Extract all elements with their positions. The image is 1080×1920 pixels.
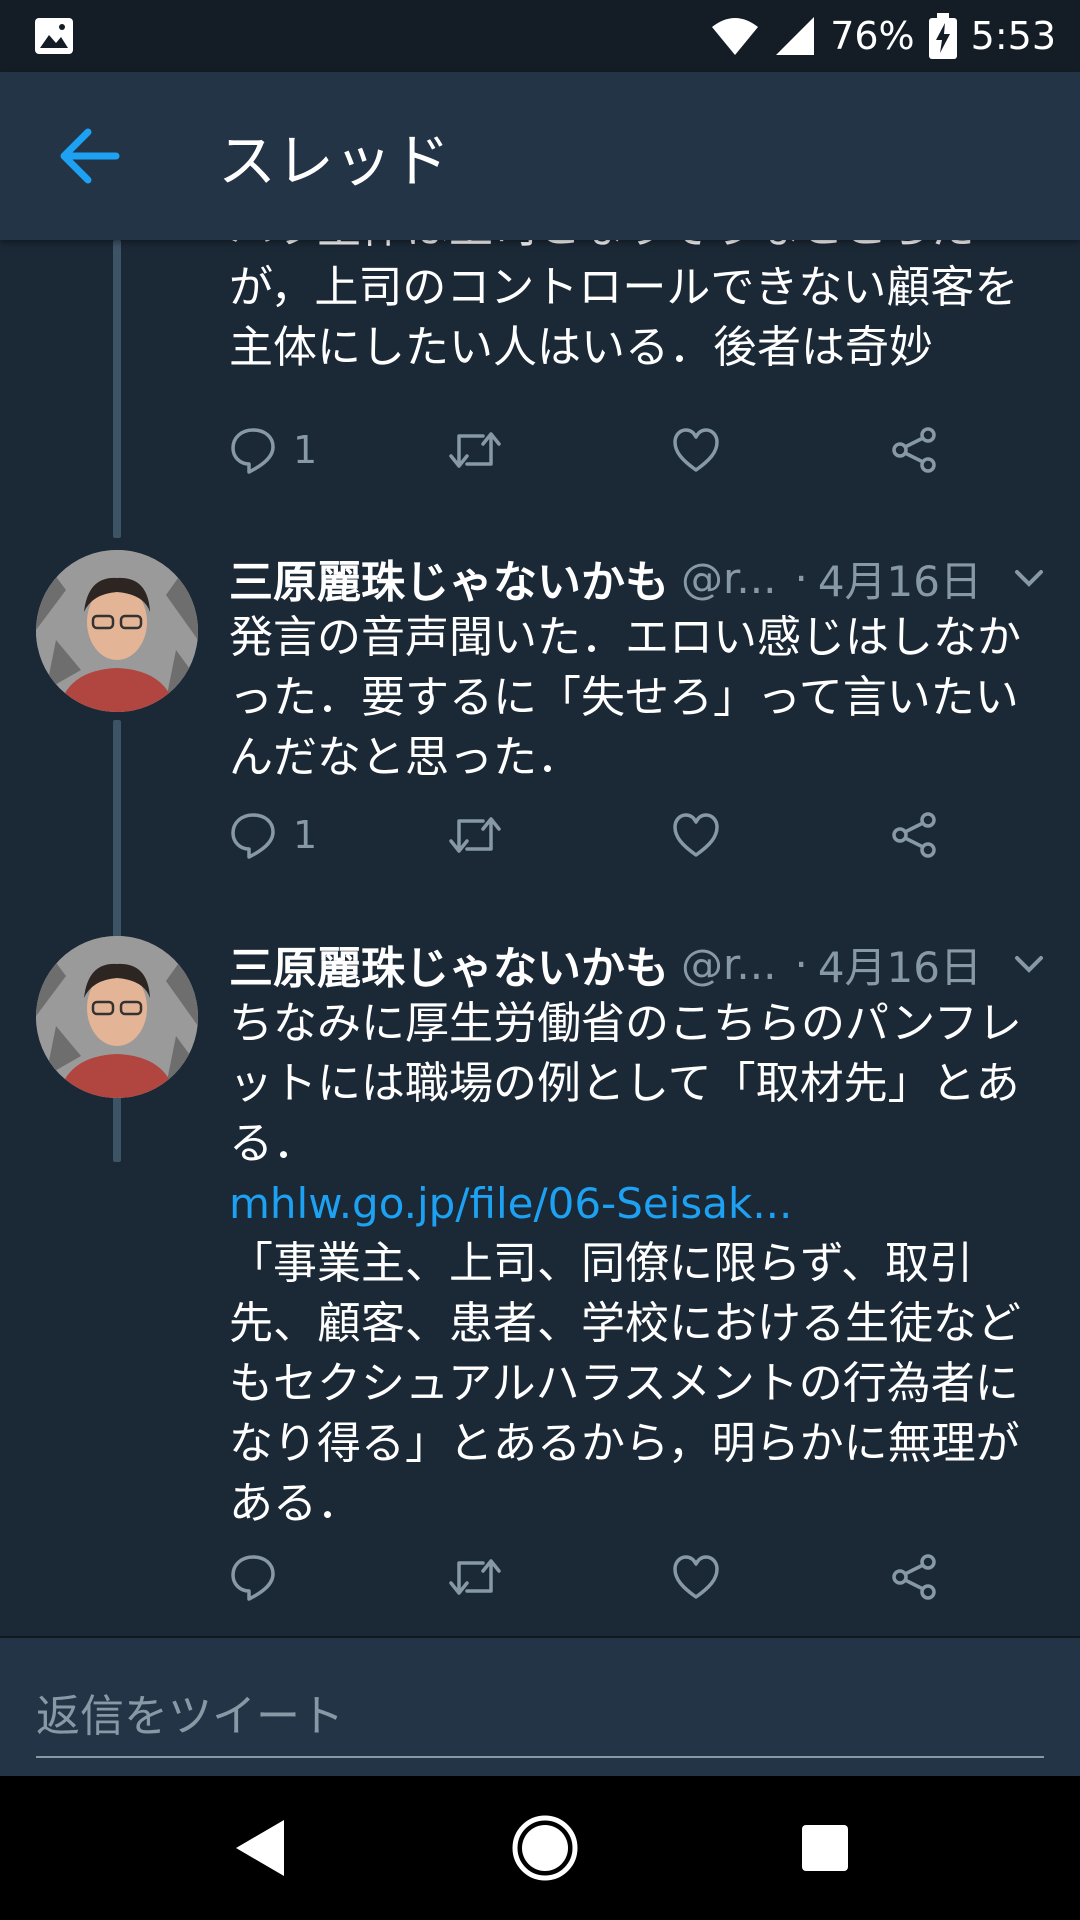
- reply-button[interactable]: 1: [229, 800, 317, 870]
- heart-icon: [673, 813, 719, 857]
- like-button[interactable]: [672, 1542, 720, 1612]
- page-title: スレッド: [218, 127, 451, 195]
- reply-icon: [231, 813, 275, 859]
- arrow-left-icon: [60, 128, 120, 184]
- tweet-text: 発言の音声聞いた．エロい感じはしなか った．要するに「失せろ」って言いたい んだ…: [229, 612, 1021, 783]
- share-icon: [892, 812, 936, 858]
- reply-button[interactable]: 1: [229, 415, 317, 485]
- separator-dot: ·: [794, 553, 808, 603]
- author-handle[interactable]: @r...: [681, 940, 776, 989]
- reply-bar: 返信をツイート: [0, 1636, 1080, 1776]
- heart-icon: [673, 428, 719, 472]
- author-handle[interactable]: @r...: [681, 554, 776, 603]
- share-icon: [892, 427, 936, 473]
- tweet-item[interactable]: ハラ主体は上司となりそうなところだ が，上司のコントロールできない顧客を 主体に…: [0, 240, 1080, 538]
- author-name[interactable]: 三原麗珠じゃないかも: [229, 546, 669, 610]
- like-button[interactable]: [672, 800, 720, 870]
- share-button[interactable]: [890, 415, 938, 485]
- image-icon: [35, 18, 73, 54]
- battery-charging-icon: [928, 13, 957, 59]
- tweet-date[interactable]: 4月16日: [818, 934, 982, 995]
- avatar-image: [36, 550, 198, 712]
- tweet-date[interactable]: 4月16日: [818, 548, 982, 609]
- heart-icon: [673, 1555, 719, 1599]
- chevron-down-icon[interactable]: [1009, 944, 1049, 984]
- reply-count: 1: [293, 813, 318, 857]
- tweet-text: 「事業主、上司、同僚に限らず、取引 先、顧客、患者、学校における生徒など もセク…: [229, 1238, 1021, 1529]
- share-icon: [892, 1554, 936, 1600]
- reply-button[interactable]: [229, 1542, 277, 1612]
- share-button[interactable]: [890, 800, 938, 870]
- system-nav-bar: [0, 1776, 1080, 1920]
- tweet-text: ハラ主体は上司となりそうなところだ が，上司のコントロールできない顧客を 主体に…: [229, 240, 1019, 373]
- tweet-link[interactable]: mhlw.go.jp/file/06-Seisak...: [229, 1174, 1049, 1234]
- reply-count: 1: [293, 428, 318, 472]
- wifi-icon: [712, 18, 759, 55]
- tweet-item[interactable]: 三原麗珠じゃないかも @r... · 4月16日 発言の音声聞いた．エロい感じは…: [0, 538, 1080, 924]
- nav-back-icon[interactable]: [230, 1816, 290, 1880]
- nav-recents-icon[interactable]: [800, 1823, 850, 1873]
- avatar[interactable]: [36, 550, 198, 712]
- reply-input[interactable]: 返信をツイート: [36, 1668, 1044, 1758]
- retweet-button[interactable]: [447, 800, 503, 870]
- app-bar: スレッド: [0, 72, 1080, 240]
- retweet-icon: [449, 1559, 501, 1595]
- share-button[interactable]: [890, 1542, 938, 1612]
- nav-home-icon[interactable]: [510, 1813, 580, 1883]
- back-button[interactable]: [30, 96, 150, 216]
- tweet-item[interactable]: 三原麗珠じゃないかも @r... · 4月16日 ちなみに厚生労働省のこちらのパ…: [0, 924, 1080, 1636]
- battery-percent: 76%: [830, 14, 915, 58]
- retweet-icon: [449, 817, 501, 853]
- avatar-image: [36, 936, 198, 1098]
- status-bar: 76% 5:53: [0, 0, 1080, 72]
- clock: 5:53: [970, 14, 1056, 58]
- tweet-text: ちなみに厚生労働省のこちらのパンフレ ットには職場の例として「取材先」とあ る．: [229, 998, 1022, 1169]
- separator-dot: ·: [794, 939, 808, 989]
- signal-icon: [776, 17, 815, 55]
- retweet-icon: [449, 432, 501, 468]
- reply-icon: [231, 428, 275, 474]
- like-button[interactable]: [672, 415, 720, 485]
- retweet-button[interactable]: [447, 1542, 503, 1612]
- chevron-down-icon[interactable]: [1009, 558, 1049, 598]
- avatar[interactable]: [36, 936, 198, 1098]
- author-name[interactable]: 三原麗珠じゃないかも: [229, 932, 669, 996]
- thread-timeline[interactable]: ハラ主体は上司となりそうなところだ が，上司のコントロールできない顧客を 主体に…: [0, 240, 1080, 1636]
- retweet-button[interactable]: [447, 415, 503, 485]
- reply-icon: [231, 1555, 275, 1601]
